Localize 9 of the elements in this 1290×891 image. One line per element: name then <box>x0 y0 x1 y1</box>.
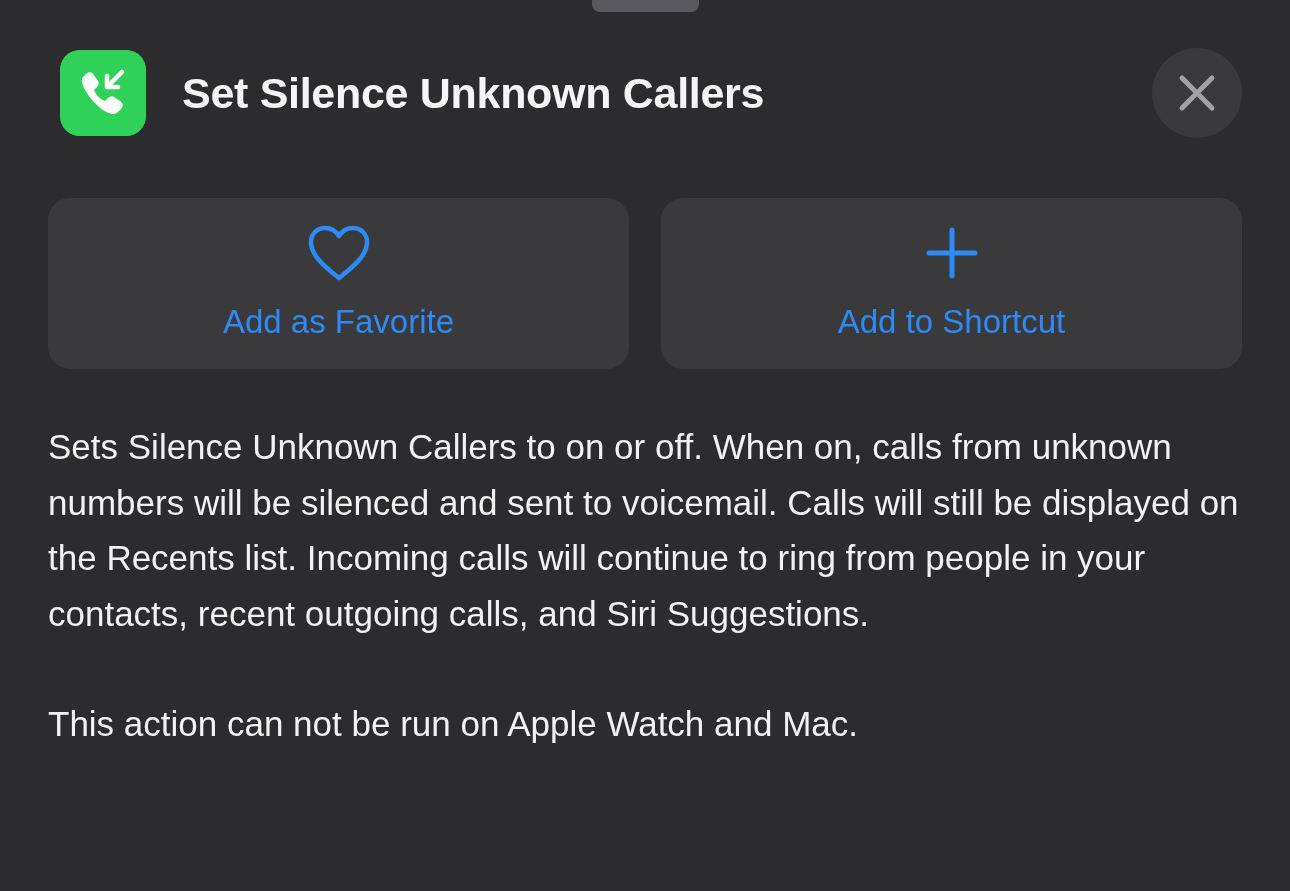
availability-note: This action can not be run on Apple Watch and Mac. <box>48 703 859 745</box>
sheet-title: Set Silence Unknown Callers <box>182 67 766 119</box>
phone-icon <box>60 50 146 136</box>
add-button[interactable]: Add to Shortcut <box>661 198 1242 369</box>
description-text: Sets Silence Unknown Callers to on or off. When on, calls from unknown numbers will be silenced and sent to voicemail. Calls will still be displayed on the Recents list. Incoming calls will continue to ring from people in your contacts, recent outgoing calls, and Siri Suggestions. <box>48 426 1240 635</box>
heart-icon <box>306 223 371 282</box>
favorite-button[interactable]: Add as Favorite <box>48 198 629 369</box>
close-icon <box>1178 74 1216 112</box>
plus-icon <box>925 226 978 279</box>
